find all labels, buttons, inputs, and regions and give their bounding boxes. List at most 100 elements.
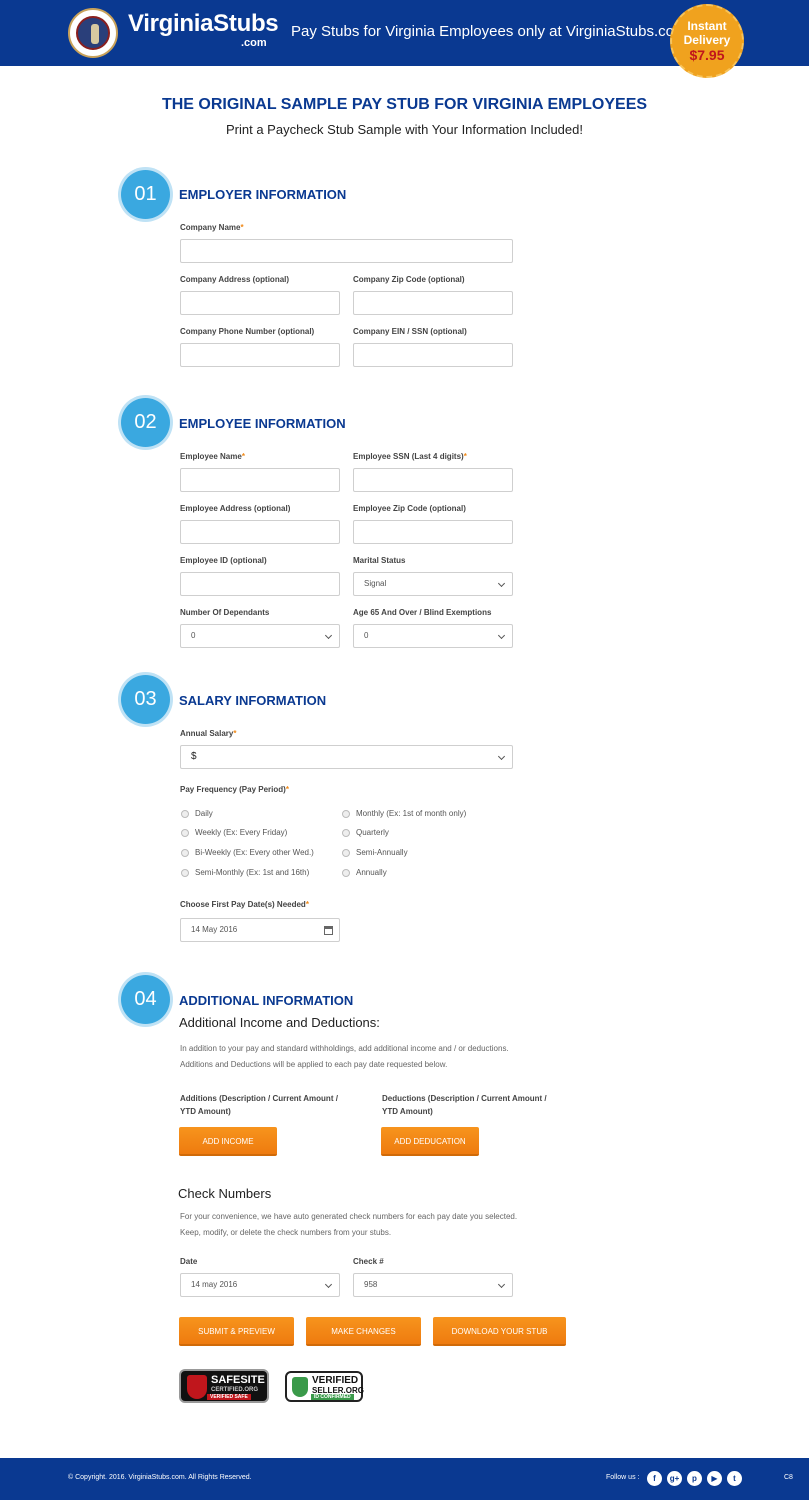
deductions-label: Deductions (Description / Current Amount…	[382, 1094, 547, 1116]
radio-icon[interactable]	[181, 868, 189, 877]
safesite-ribbon: VERIFIED SAFE	[207, 1394, 251, 1400]
google-plus-icon[interactable]: g+	[667, 1471, 682, 1486]
verified-title: VERIFIED	[312, 1375, 359, 1386]
radio-monthly[interactable]: Monthly (Ex: 1st of month only)	[342, 809, 466, 818]
radio-quarterly[interactable]: Quarterly	[342, 828, 389, 837]
section-title-employee: EMPLOYEE INFORMATION	[179, 416, 346, 431]
check-date-select[interactable]: 14 may 2016	[180, 1273, 340, 1297]
follow-us-label: Follow us :	[606, 1474, 640, 1481]
page-subtitle: Print a Paycheck Stub Sample with Your I…	[226, 122, 583, 137]
make-changes-button[interactable]: MAKE CHANGES	[306, 1317, 421, 1346]
step-number-04: 04	[121, 975, 170, 1024]
step-number-03: 03	[121, 675, 170, 724]
company-address-label: Company Address (optional)	[180, 275, 290, 284]
additions-label: Additions (Description / Current Amount …	[180, 1094, 338, 1116]
company-address-input[interactable]	[180, 291, 340, 315]
radio-icon[interactable]	[181, 848, 189, 857]
brand-domain: .com	[241, 37, 267, 49]
verified-seller-badge[interactable]: VERIFIED SELLER.ORG ID CONFIRMED	[285, 1371, 364, 1402]
company-name-label: Company Name*	[180, 223, 244, 232]
calendar-icon[interactable]	[324, 926, 333, 935]
employee-zip-label: Employee Zip Code (optional)	[353, 504, 466, 513]
virginia-seal-logo[interactable]	[68, 8, 118, 58]
radio-bi-weekly[interactable]: Bi-Weekly (Ex: Every other Wed.)	[181, 848, 314, 857]
footer-code: C8	[784, 1474, 793, 1481]
lock-shield-icon	[187, 1375, 207, 1399]
add-income-button[interactable]: ADD INCOME	[179, 1127, 277, 1156]
check-numbers-description: For your convenience, we have auto gener…	[180, 1212, 518, 1237]
badge-price: $7.95	[689, 47, 725, 63]
pinterest-icon[interactable]: p	[687, 1471, 702, 1486]
site-footer: © Copyright. 2016. VirginiaStubs.com. Al…	[0, 1458, 809, 1500]
radio-semi-annually[interactable]: Semi-Annually	[342, 848, 408, 857]
radio-annually[interactable]: Annually	[342, 868, 387, 877]
employee-name-label: Employee Name*	[180, 452, 245, 461]
submit-preview-button[interactable]: SUBMIT & PREVIEW	[179, 1317, 294, 1346]
company-zip-label: Company Zip Code (optional)	[353, 275, 465, 284]
exemptions-label: Age 65 And Over / Blind Exemptions	[353, 608, 492, 617]
add-deduction-button[interactable]: ADD DEDUCATION	[381, 1127, 479, 1156]
company-phone-input[interactable]	[180, 343, 340, 367]
annual-salary-label: Annual Salary*	[180, 729, 237, 738]
radio-icon[interactable]	[342, 809, 350, 818]
employee-address-label: Employee Address (optional)	[180, 504, 291, 513]
brand-name[interactable]: VirginiaStubs	[128, 10, 279, 38]
dependants-select[interactable]: 0	[180, 624, 340, 648]
copyright-text: © Copyright. 2016. VirginiaStubs.com. Al…	[68, 1474, 252, 1481]
twitter-icon[interactable]: t	[727, 1471, 742, 1486]
company-name-input[interactable]	[180, 239, 513, 263]
badge-line-1: Instant	[687, 19, 727, 33]
step-number-02: 02	[121, 398, 170, 447]
pay-frequency-label: Pay Frequency (Pay Period)*	[180, 785, 289, 794]
section-title-salary: SALARY INFORMATION	[179, 693, 327, 708]
radio-icon[interactable]	[181, 828, 189, 837]
site-header: VirginiaStubs .com Pay Stubs for Virgini…	[0, 0, 809, 78]
check-date-label: Date	[180, 1257, 198, 1266]
marital-status-select[interactable]: Signal	[353, 572, 513, 596]
safesite-title: SAFESITE	[211, 1374, 265, 1386]
employee-ssn-input[interactable]	[353, 468, 513, 492]
employee-zip-input[interactable]	[353, 520, 513, 544]
check-numbers-heading: Check Numbers	[178, 1186, 272, 1201]
section-title-employer: EMPLOYER INFORMATION	[179, 187, 347, 202]
radio-daily[interactable]: Daily	[181, 809, 213, 818]
company-phone-label: Company Phone Number (optional)	[180, 327, 315, 336]
instant-delivery-badge: Instant Delivery $7.95	[670, 4, 744, 78]
additional-heading: Additional Income and Deductions:	[179, 1015, 380, 1030]
shield-icon	[292, 1377, 308, 1397]
additional-description: In addition to your pay and standard wit…	[180, 1044, 509, 1069]
first-pay-date-input[interactable]: 14 May 2016	[180, 918, 340, 942]
facebook-icon[interactable]: f	[647, 1471, 662, 1486]
verified-ribbon: ID CONFIRMED	[311, 1394, 354, 1400]
radio-weekly[interactable]: Weekly (Ex: Every Friday)	[181, 828, 287, 837]
radio-icon[interactable]	[181, 809, 189, 818]
header-tagline: Pay Stubs for Virginia Employees only at…	[291, 23, 691, 40]
page-title: THE ORIGINAL SAMPLE PAY STUB FOR VIRGINI…	[161, 96, 648, 113]
safesite-certified-badge[interactable]: SAFESITE CERTIFIED.ORG VERIFIED SAFE	[179, 1369, 269, 1403]
company-zip-input[interactable]	[353, 291, 513, 315]
step-number-01: 01	[121, 170, 170, 219]
radio-icon[interactable]	[342, 848, 350, 857]
employee-address-input[interactable]	[180, 520, 340, 544]
company-ein-input[interactable]	[353, 343, 513, 367]
employee-id-input[interactable]	[180, 572, 340, 596]
badge-line-2: Delivery	[683, 33, 731, 47]
radio-semi-monthly[interactable]: Semi-Monthly (Ex: 1st and 16th)	[181, 868, 309, 877]
marital-status-label: Marital Status	[353, 556, 406, 565]
youtube-icon[interactable]: ▶	[707, 1471, 722, 1486]
employee-ssn-label: Employee SSN (Last 4 digits)*	[353, 452, 467, 461]
company-ein-label: Company EIN / SSN (optional)	[353, 327, 467, 336]
check-number-label: Check #	[353, 1257, 384, 1266]
exemptions-select[interactable]: 0	[353, 624, 513, 648]
download-stub-button[interactable]: DOWNLOAD YOUR STUB	[433, 1317, 566, 1346]
check-number-select[interactable]: 958	[353, 1273, 513, 1297]
employee-name-input[interactable]	[180, 468, 340, 492]
radio-icon[interactable]	[342, 828, 350, 837]
first-pay-date-label: Choose First Pay Date(s) Needed*	[180, 900, 309, 909]
radio-icon[interactable]	[342, 868, 350, 877]
dependants-label: Number Of Dependants	[180, 608, 270, 617]
safesite-domain: CERTIFIED.ORG	[211, 1387, 259, 1393]
annual-salary-select[interactable]: $	[180, 745, 513, 769]
section-title-additional: ADDITIONAL INFORMATION	[179, 993, 354, 1008]
employee-id-label: Employee ID (optional)	[180, 556, 267, 565]
